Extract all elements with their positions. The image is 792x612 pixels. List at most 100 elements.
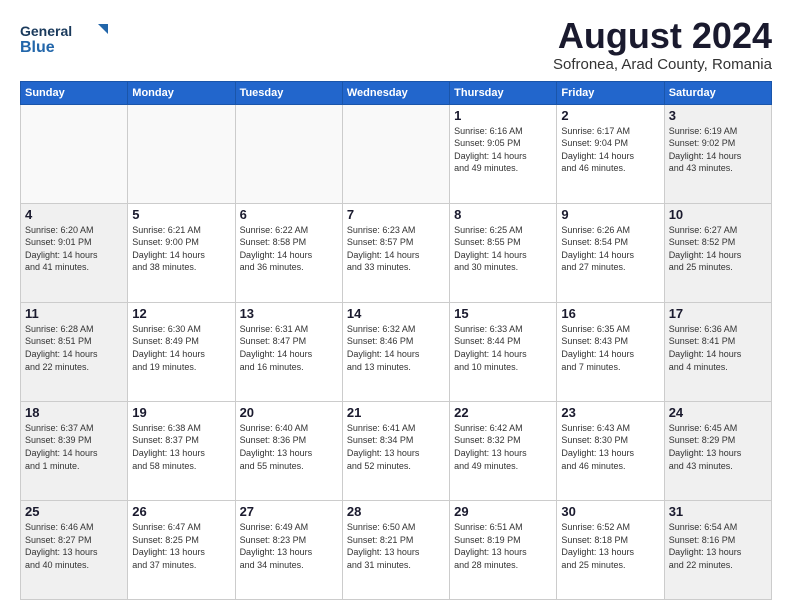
col-tuesday: Tuesday xyxy=(235,81,342,104)
day-number: 12 xyxy=(132,306,230,321)
table-row: 11Sunrise: 6:28 AMSunset: 8:51 PMDayligh… xyxy=(21,302,128,401)
page: General Blue August 2024 Sofronea, Arad … xyxy=(0,0,792,612)
day-number: 18 xyxy=(25,405,123,420)
logo-svg: General Blue xyxy=(20,16,110,56)
table-row: 27Sunrise: 6:49 AMSunset: 8:23 PMDayligh… xyxy=(235,500,342,599)
day-info: Sunrise: 6:32 AMSunset: 8:46 PMDaylight:… xyxy=(347,323,445,373)
table-row: 29Sunrise: 6:51 AMSunset: 8:19 PMDayligh… xyxy=(450,500,557,599)
day-number: 25 xyxy=(25,504,123,519)
day-number: 23 xyxy=(561,405,659,420)
table-row: 2 Sunrise: 6:17 AMSunset: 9:04 PMDaylight… xyxy=(557,104,664,203)
calendar-week-row: 18Sunrise: 6:37 AMSunset: 8:39 PMDayligh… xyxy=(21,401,772,500)
table-row: 25 Sunrise: 6:46 AMSunset: 8:27 PMDayligh… xyxy=(21,500,128,599)
day-number: 17 xyxy=(669,306,767,321)
col-monday: Monday xyxy=(128,81,235,104)
table-row: 7 Sunrise: 6:23 AMSunset: 8:57 PMDaylight… xyxy=(342,203,449,302)
day-info: Sunrise: 6:22 AMSunset: 8:58 PMDaylight:… xyxy=(240,224,338,274)
svg-text:Blue: Blue xyxy=(20,39,55,56)
table-row: 6 Sunrise: 6:22 AMSunset: 8:58 PMDaylight… xyxy=(235,203,342,302)
day-number: 22 xyxy=(454,405,552,420)
day-number: 6 xyxy=(240,207,338,222)
day-number: 9 xyxy=(561,207,659,222)
table-row: 1 Sunrise: 6:16 AMSunset: 9:05 PMDaylight… xyxy=(450,104,557,203)
day-number: 16 xyxy=(561,306,659,321)
calendar-week-row: 1 Sunrise: 6:16 AMSunset: 9:05 PMDaylight… xyxy=(21,104,772,203)
table-row: 9 Sunrise: 6:26 AMSunset: 8:54 PMDaylight… xyxy=(557,203,664,302)
day-info: Sunrise: 6:28 AMSunset: 8:51 PMDaylight:… xyxy=(25,323,123,373)
day-number: 20 xyxy=(240,405,338,420)
col-thursday: Thursday xyxy=(450,81,557,104)
table-row: 23 Sunrise: 6:43 AMSunset: 8:30 PMDayligh… xyxy=(557,401,664,500)
day-info: Sunrise: 6:54 AMSunset: 8:16 PMDaylight:… xyxy=(669,521,767,571)
table-row xyxy=(235,104,342,203)
day-number: 15 xyxy=(454,306,552,321)
day-info: Sunrise: 6:40 AMSunset: 8:36 PMDaylight:… xyxy=(240,422,338,472)
day-info: Sunrise: 6:19 AMSunset: 9:02 PMDaylight:… xyxy=(669,125,767,175)
table-row xyxy=(342,104,449,203)
day-number: 7 xyxy=(347,207,445,222)
day-info: Sunrise: 6:43 AMSunset: 8:30 PMDaylight:… xyxy=(561,422,659,472)
calendar-header-row: Sunday Monday Tuesday Wednesday Thursday… xyxy=(21,81,772,104)
calendar-week-row: 25 Sunrise: 6:46 AMSunset: 8:27 PMDayligh… xyxy=(21,500,772,599)
col-sunday: Sunday xyxy=(21,81,128,104)
table-row: 18Sunrise: 6:37 AMSunset: 8:39 PMDayligh… xyxy=(21,401,128,500)
day-number: 26 xyxy=(132,504,230,519)
day-number: 1 xyxy=(454,108,552,123)
day-number: 4 xyxy=(25,207,123,222)
table-row: 8Sunrise: 6:25 AMSunset: 8:55 PMDaylight… xyxy=(450,203,557,302)
table-row: 24 Sunrise: 6:45 AMSunset: 8:29 PMDayligh… xyxy=(664,401,771,500)
table-row: 16Sunrise: 6:35 AMSunset: 8:43 PMDayligh… xyxy=(557,302,664,401)
day-info: Sunrise: 6:16 AMSunset: 9:05 PMDaylight:… xyxy=(454,125,552,175)
day-info: Sunrise: 6:30 AMSunset: 8:49 PMDaylight:… xyxy=(132,323,230,373)
day-number: 2 xyxy=(561,108,659,123)
table-row: 19Sunrise: 6:38 AMSunset: 8:37 PMDayligh… xyxy=(128,401,235,500)
day-info: Sunrise: 6:52 AMSunset: 8:18 PMDaylight:… xyxy=(561,521,659,571)
day-number: 24 xyxy=(669,405,767,420)
table-row: 4Sunrise: 6:20 AMSunset: 9:01 PMDaylight… xyxy=(21,203,128,302)
day-number: 14 xyxy=(347,306,445,321)
col-wednesday: Wednesday xyxy=(342,81,449,104)
table-row: 30 Sunrise: 6:52 AMSunset: 8:18 PMDayligh… xyxy=(557,500,664,599)
col-saturday: Saturday xyxy=(664,81,771,104)
day-number: 29 xyxy=(454,504,552,519)
day-info: Sunrise: 6:42 AMSunset: 8:32 PMDaylight:… xyxy=(454,422,552,472)
day-number: 27 xyxy=(240,504,338,519)
day-info: Sunrise: 6:26 AMSunset: 8:54 PMDaylight:… xyxy=(561,224,659,274)
table-row: 3Sunrise: 6:19 AMSunset: 9:02 PMDaylight… xyxy=(664,104,771,203)
table-row: 13Sunrise: 6:31 AMSunset: 8:47 PMDayligh… xyxy=(235,302,342,401)
day-info: Sunrise: 6:17 AMSunset: 9:04 PMDaylight:… xyxy=(561,125,659,175)
day-number: 19 xyxy=(132,405,230,420)
table-row xyxy=(128,104,235,203)
table-row: 5 Sunrise: 6:21 AMSunset: 9:00 PMDaylight… xyxy=(128,203,235,302)
day-number: 30 xyxy=(561,504,659,519)
calendar-table: Sunday Monday Tuesday Wednesday Thursday… xyxy=(20,81,772,600)
table-row xyxy=(21,104,128,203)
day-number: 5 xyxy=(132,207,230,222)
table-row: 20 Sunrise: 6:40 AMSunset: 8:36 PMDayligh… xyxy=(235,401,342,500)
table-row: 17Sunrise: 6:36 AMSunset: 8:41 PMDayligh… xyxy=(664,302,771,401)
day-number: 21 xyxy=(347,405,445,420)
header: General Blue August 2024 Sofronea, Arad … xyxy=(20,16,772,73)
day-info: Sunrise: 6:46 AMSunset: 8:27 PMDaylight:… xyxy=(25,521,123,571)
day-info: Sunrise: 6:23 AMSunset: 8:57 PMDaylight:… xyxy=(347,224,445,274)
table-row: 12 Sunrise: 6:30 AMSunset: 8:49 PMDayligh… xyxy=(128,302,235,401)
day-info: Sunrise: 6:50 AMSunset: 8:21 PMDaylight:… xyxy=(347,521,445,571)
table-row: 28 Sunrise: 6:50 AMSunset: 8:21 PMDayligh… xyxy=(342,500,449,599)
logo: General Blue xyxy=(20,16,110,58)
day-number: 31 xyxy=(669,504,767,519)
month-year: August 2024 xyxy=(553,16,772,56)
day-info: Sunrise: 6:21 AMSunset: 9:00 PMDaylight:… xyxy=(132,224,230,274)
day-number: 10 xyxy=(669,207,767,222)
table-row: 26 Sunrise: 6:47 AMSunset: 8:25 PMDayligh… xyxy=(128,500,235,599)
day-info: Sunrise: 6:41 AMSunset: 8:34 PMDaylight:… xyxy=(347,422,445,472)
day-number: 8 xyxy=(454,207,552,222)
day-info: Sunrise: 6:45 AMSunset: 8:29 PMDaylight:… xyxy=(669,422,767,472)
table-row: 22 Sunrise: 6:42 AMSunset: 8:32 PMDayligh… xyxy=(450,401,557,500)
day-info: Sunrise: 6:27 AMSunset: 8:52 PMDaylight:… xyxy=(669,224,767,274)
table-row: 31 Sunrise: 6:54 AMSunset: 8:16 PMDayligh… xyxy=(664,500,771,599)
day-number: 28 xyxy=(347,504,445,519)
day-info: Sunrise: 6:33 AMSunset: 8:44 PMDaylight:… xyxy=(454,323,552,373)
day-info: Sunrise: 6:47 AMSunset: 8:25 PMDaylight:… xyxy=(132,521,230,571)
title-block: August 2024 Sofronea, Arad County, Roman… xyxy=(553,16,772,73)
location: Sofronea, Arad County, Romania xyxy=(553,56,772,73)
